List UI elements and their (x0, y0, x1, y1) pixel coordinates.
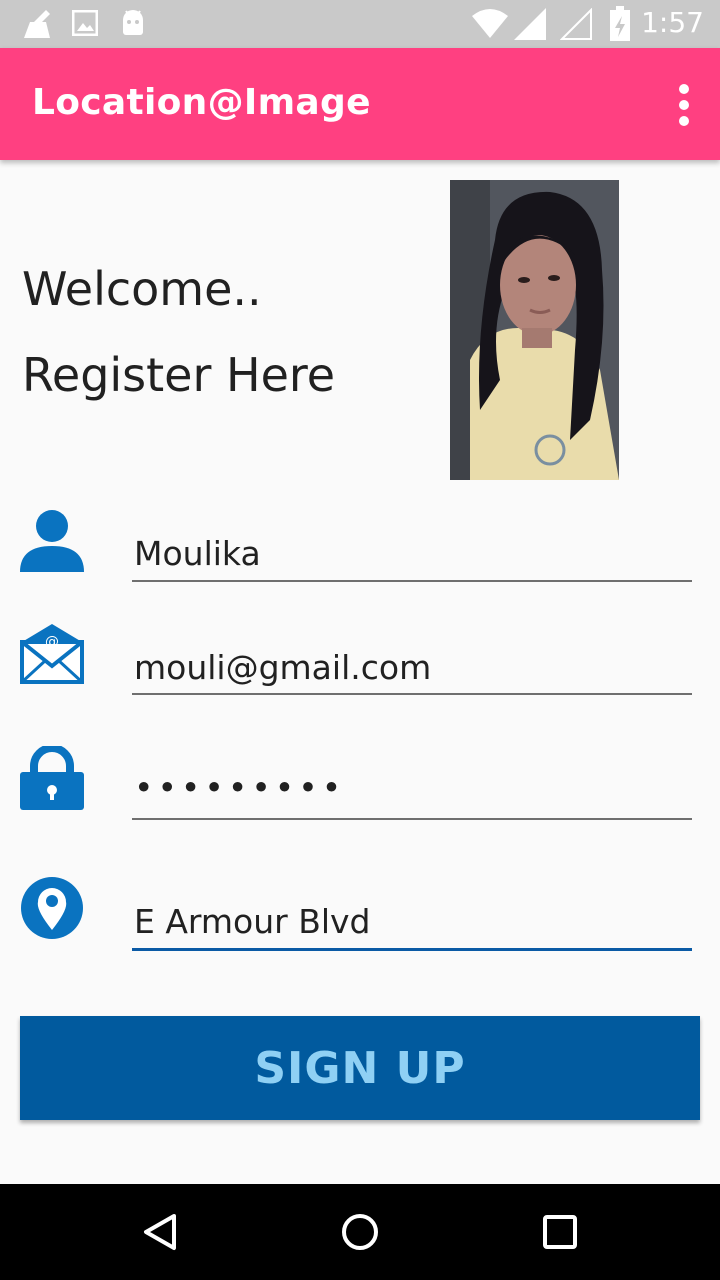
name-underline (132, 580, 692, 582)
gallery-icon (72, 10, 98, 36)
password-underline (132, 818, 692, 820)
location-pin-icon (21, 877, 83, 939)
location-field[interactable] (132, 902, 692, 951)
signal-icon (514, 8, 546, 40)
lock-icon (20, 746, 84, 810)
navigation-bar (0, 1184, 720, 1280)
recents-icon[interactable] (542, 1214, 578, 1250)
wifi-icon (472, 9, 508, 38)
email-icon: @ (20, 624, 84, 684)
password-field[interactable] (132, 768, 692, 820)
person-icon (20, 510, 84, 572)
register-heading: Register Here (22, 348, 336, 402)
location-input[interactable] (132, 902, 692, 941)
home-icon[interactable] (340, 1212, 380, 1252)
location-underline (132, 948, 692, 951)
status-bar: 1:57 (0, 0, 720, 48)
app-bar: Location@Image (0, 48, 720, 160)
sign-up-button[interactable]: SIGN UP (20, 1016, 700, 1120)
svg-text:@: @ (45, 634, 59, 650)
password-input[interactable] (132, 768, 692, 807)
android-icon (123, 10, 143, 35)
name-input[interactable] (132, 534, 692, 573)
email-input[interactable] (132, 648, 692, 687)
signal-empty-icon (560, 8, 592, 40)
email-underline (132, 693, 692, 695)
status-clock: 1:57 (641, 6, 704, 39)
profile-photo[interactable] (450, 180, 619, 480)
back-icon[interactable] (140, 1212, 180, 1252)
battery-charging-icon (610, 6, 630, 41)
welcome-heading: Welcome.. (22, 262, 262, 316)
overflow-menu-icon[interactable] (672, 84, 696, 128)
cleaner-icon (24, 10, 50, 38)
name-field[interactable] (132, 534, 692, 582)
email-field[interactable] (132, 648, 692, 695)
app-title: Location@Image (32, 82, 371, 123)
